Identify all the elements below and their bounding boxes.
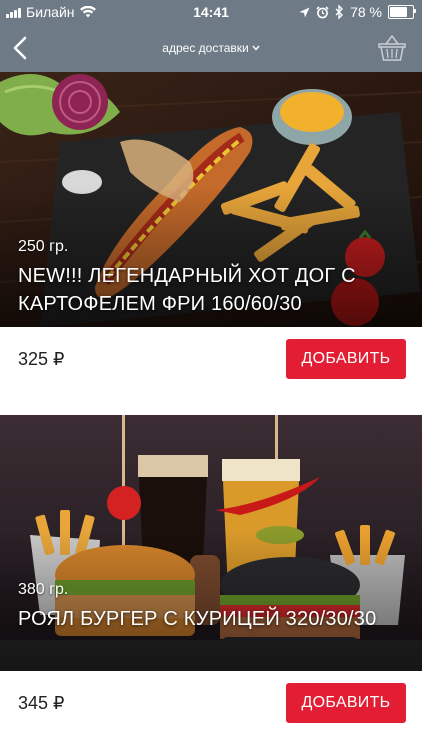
product-weight: 380 гр. (18, 581, 69, 598)
product-image-burger: 380 гр. РОЯЛ БУРГЕР С КУРИЦЕЙ 320/30/30 (0, 415, 422, 671)
add-to-cart-button[interactable]: ДОБАВИТЬ (286, 683, 406, 723)
chevron-left-icon (13, 36, 27, 60)
delivery-address-button[interactable]: адрес доставки (131, 24, 291, 72)
battery-icon (388, 5, 416, 19)
location-arrow-icon (299, 7, 310, 17)
basket-icon (378, 34, 406, 61)
battery-percent: 78 % (350, 4, 382, 20)
card-separator (0, 391, 422, 415)
back-button[interactable] (6, 34, 34, 62)
menu-screen: Билайн 14:41 78 % адрес доставки 250 гр.… (0, 0, 422, 750)
status-right: 78 % (299, 0, 416, 24)
alarm-icon (316, 5, 329, 18)
status-bar: Билайн 14:41 78 % (0, 0, 422, 24)
product-title: РОЯЛ БУРГЕР С КУРИЦЕЙ 320/30/30 (18, 608, 377, 630)
product-weight: 250 гр. (18, 238, 69, 255)
product-price: 325 ₽ (18, 348, 65, 369)
product-footer: 325 ₽ ДОБАВИТЬ (0, 327, 422, 391)
bluetooth-icon (335, 5, 344, 19)
product-price: 345 ₽ (18, 692, 65, 713)
product-image-hotdog: 250 гр. NEW!!! ЛЕГЕНДАРНЫЙ ХОТ ДОГ С КАР… (0, 72, 422, 327)
cart-button[interactable] (376, 32, 408, 64)
delivery-address-label: адрес доставки (162, 41, 249, 55)
battery-level (390, 7, 408, 17)
chevron-down-icon (252, 45, 260, 51)
product-card: 380 гр. РОЯЛ БУРГЕР С КУРИЦЕЙ 320/30/30 … (0, 415, 422, 735)
add-to-cart-button[interactable]: ДОБАВИТЬ (286, 339, 406, 379)
product-title: NEW!!! ЛЕГЕНДАРНЫЙ ХОТ ДОГ С КАРТОФЕЛЕМ … (18, 265, 356, 315)
product-footer: 345 ₽ ДОБАВИТЬ (0, 671, 422, 735)
product-card: 250 гр. NEW!!! ЛЕГЕНДАРНЫЙ ХОТ ДОГ С КАР… (0, 72, 422, 391)
nav-bar: адрес доставки (0, 24, 422, 72)
